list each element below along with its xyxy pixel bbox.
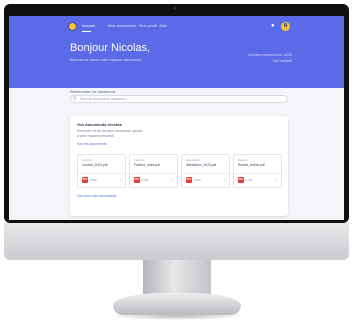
- search-input[interactable]: Nom du document, catégorie...: [70, 95, 288, 103]
- document-size: 3 Mo: [90, 178, 97, 182]
- card-description: Retrouvez ici les derniers documents ajo…: [77, 129, 143, 133]
- document-category: Attestation: [186, 158, 201, 162]
- divider: [182, 173, 229, 174]
- screen: Accueil Mes documents Mon profil Aide ● …: [9, 16, 344, 220]
- bell-icon[interactable]: ●: [271, 23, 277, 30]
- document-category: Relevé: [238, 158, 248, 162]
- greeting-title: Bonjour Nicolas,: [70, 42, 151, 54]
- download-icon[interactable]: ↓: [171, 177, 173, 182]
- document-size: 2 Mo: [194, 178, 201, 182]
- document-category: Facture: [134, 158, 145, 162]
- document-card[interactable]: Attestation Attestation_2023.pdf PDF 2 M…: [181, 154, 230, 188]
- recent-documents-card: Vos documents récents Retrouvez ici les …: [70, 116, 288, 216]
- document-card[interactable]: Contrat Contrat_2023.pdf PDF 3 Mo ↓: [77, 154, 126, 188]
- document-card[interactable]: Relevé Releve_fevrier.pdf PDF 1 Mo ↓: [233, 154, 282, 188]
- activity-link[interactable]: Voir l'activité: [273, 59, 292, 63]
- divider: [78, 173, 125, 174]
- card-title: Vos documents récents: [77, 122, 122, 127]
- nav-item-help[interactable]: Aide: [159, 23, 167, 30]
- document-size: 1 Mo: [142, 178, 149, 182]
- search-label: Rechercher un document: [70, 89, 115, 94]
- monitor-chin: [4, 223, 349, 260]
- divider: [234, 173, 281, 174]
- nav-item-home[interactable]: Accueil: [82, 23, 95, 30]
- pdf-icon: PDF: [134, 177, 140, 183]
- document-name: Facture_mars.pdf: [134, 163, 160, 167]
- document-size: 1 Mo: [246, 178, 253, 182]
- pdf-icon: PDF: [82, 177, 88, 183]
- document-name: Releve_fevrier.pdf: [238, 163, 265, 167]
- pdf-icon: PDF: [186, 177, 192, 183]
- card-description-2: à votre espace personnel: [77, 134, 115, 138]
- download-icon[interactable]: ↓: [275, 177, 277, 182]
- nav-item-documents[interactable]: Mes documents: [108, 23, 136, 30]
- nav-active-underline: [82, 31, 91, 32]
- monitor-stand-foot: [113, 293, 241, 315]
- all-documents-link[interactable]: Voir tous mes documents: [77, 194, 116, 198]
- nav-item-profile[interactable]: Mon profil: [139, 23, 157, 30]
- logo[interactable]: [68, 22, 77, 31]
- document-name: Contrat_2023.pdf: [82, 163, 108, 167]
- avatar[interactable]: N: [281, 22, 290, 31]
- download-icon[interactable]: ↓: [119, 177, 121, 182]
- document-category: Contrat: [82, 158, 92, 162]
- download-icon[interactable]: ↓: [223, 177, 225, 182]
- header-banner: Accueil Mes documents Mon profil Aide ● …: [9, 16, 344, 88]
- search-icon: ⚲: [73, 96, 77, 102]
- pdf-icon: PDF: [238, 177, 244, 183]
- last-login-text: Dernière connexion le 12/03: [248, 53, 292, 57]
- view-documents-link[interactable]: Voir les documents: [77, 142, 107, 146]
- document-card[interactable]: Facture Facture_mars.pdf PDF 1 Mo ↓: [129, 154, 178, 188]
- document-name: Attestation_2023.pdf: [186, 163, 217, 167]
- divider: [130, 173, 177, 174]
- camera-dot: [174, 7, 176, 9]
- greeting-subtitle: Bienvenue dans votre espace personnel: [70, 57, 142, 62]
